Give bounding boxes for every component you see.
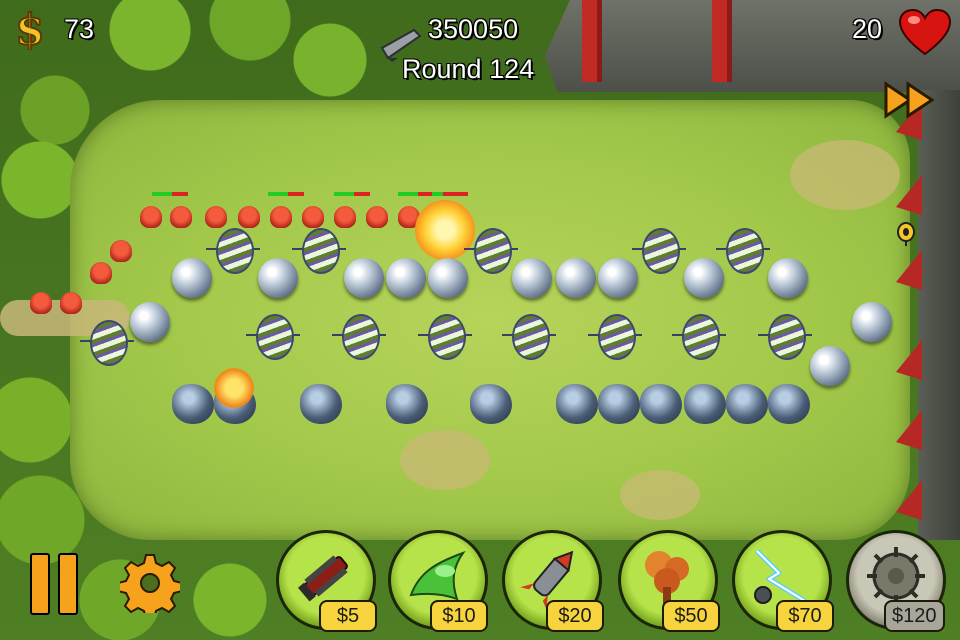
ant-enemy: [170, 206, 192, 228]
dirt-patch: [790, 140, 900, 210]
dirt-patch: [620, 470, 700, 520]
enemy-health-bar: [398, 192, 434, 196]
pause-button[interactable]: [28, 553, 80, 615]
orb-tower[interactable]: [768, 258, 808, 298]
wall-pillar: [712, 0, 732, 82]
rock-tower[interactable]: [386, 384, 428, 424]
gear-icon[interactable]: [120, 553, 180, 613]
rock-tower[interactable]: [726, 384, 768, 424]
ant-enemy: [60, 292, 82, 314]
shop-price-minigun: $5: [319, 600, 377, 632]
svg-text:$: $: [15, 6, 44, 50]
shop-price-tesla: $70: [776, 600, 834, 632]
bug-tower[interactable]: [332, 310, 386, 360]
orb-tower[interactable]: [852, 302, 892, 342]
rock-tower[interactable]: [172, 384, 214, 424]
orb-tower[interactable]: [556, 258, 596, 298]
bug-tower[interactable]: [418, 310, 472, 360]
bug-tower[interactable]: [246, 310, 300, 360]
rock-tower[interactable]: [684, 384, 726, 424]
enemy-health-bar: [334, 192, 370, 196]
dirt-patch: [400, 430, 490, 490]
enemy-health-bar: [432, 192, 468, 196]
bug-tower[interactable]: [632, 224, 686, 274]
base-wall-right: [918, 90, 960, 540]
money-counter: 73: [64, 14, 95, 44]
rock-tower[interactable]: [556, 384, 598, 424]
ant-enemy: [366, 206, 388, 228]
fire-effect: [214, 368, 254, 408]
orb-tower[interactable]: [512, 258, 552, 298]
enemy-health-bar: [268, 192, 304, 196]
bug-tower[interactable]: [80, 316, 134, 366]
shop-price-mine: $120: [884, 600, 945, 632]
enemy-health-bar: [152, 192, 188, 196]
shop-price-rocket: $20: [546, 600, 604, 632]
bug-tower[interactable]: [716, 224, 770, 274]
ant-enemy: [30, 292, 52, 314]
ant-enemy: [110, 240, 132, 262]
rock-tower[interactable]: [768, 384, 810, 424]
bug-tower[interactable]: [464, 224, 518, 274]
bug-tower[interactable]: [672, 310, 726, 360]
rock-tower[interactable]: [300, 384, 342, 424]
bug-tower[interactable]: [588, 310, 642, 360]
shop-price-mortar: $50: [662, 600, 720, 632]
score-counter: 350050: [428, 14, 519, 44]
bug-tower[interactable]: [502, 310, 556, 360]
heart-icon: [898, 8, 952, 56]
pause-icon: [58, 553, 78, 615]
orb-tower[interactable]: [386, 258, 426, 298]
pause-icon: [30, 553, 50, 615]
round-label: Round 124: [402, 54, 535, 84]
orb-tower[interactable]: [810, 346, 850, 386]
shop-price-goo: $10: [430, 600, 488, 632]
rock-tower[interactable]: [598, 384, 640, 424]
orb-tower[interactable]: [428, 258, 468, 298]
bug-tower[interactable]: [292, 224, 346, 274]
bug-tower[interactable]: [758, 310, 812, 360]
orb-tower[interactable]: [344, 258, 384, 298]
rock-tower[interactable]: [640, 384, 682, 424]
dollar-icon: $: [14, 6, 45, 50]
lives-counter: 20: [852, 14, 883, 44]
ant-enemy: [140, 206, 162, 228]
wall-pillar: [582, 0, 602, 82]
orb-tower[interactable]: [130, 302, 170, 342]
rock-tower[interactable]: [470, 384, 512, 424]
fast-forward-button[interactable]: [882, 80, 938, 120]
bug-tower[interactable]: [206, 224, 260, 274]
ant-enemy: [90, 262, 112, 284]
target-icon: [897, 222, 915, 246]
fast-forward-icon: [884, 81, 935, 119]
ant-enemy: [270, 206, 292, 228]
